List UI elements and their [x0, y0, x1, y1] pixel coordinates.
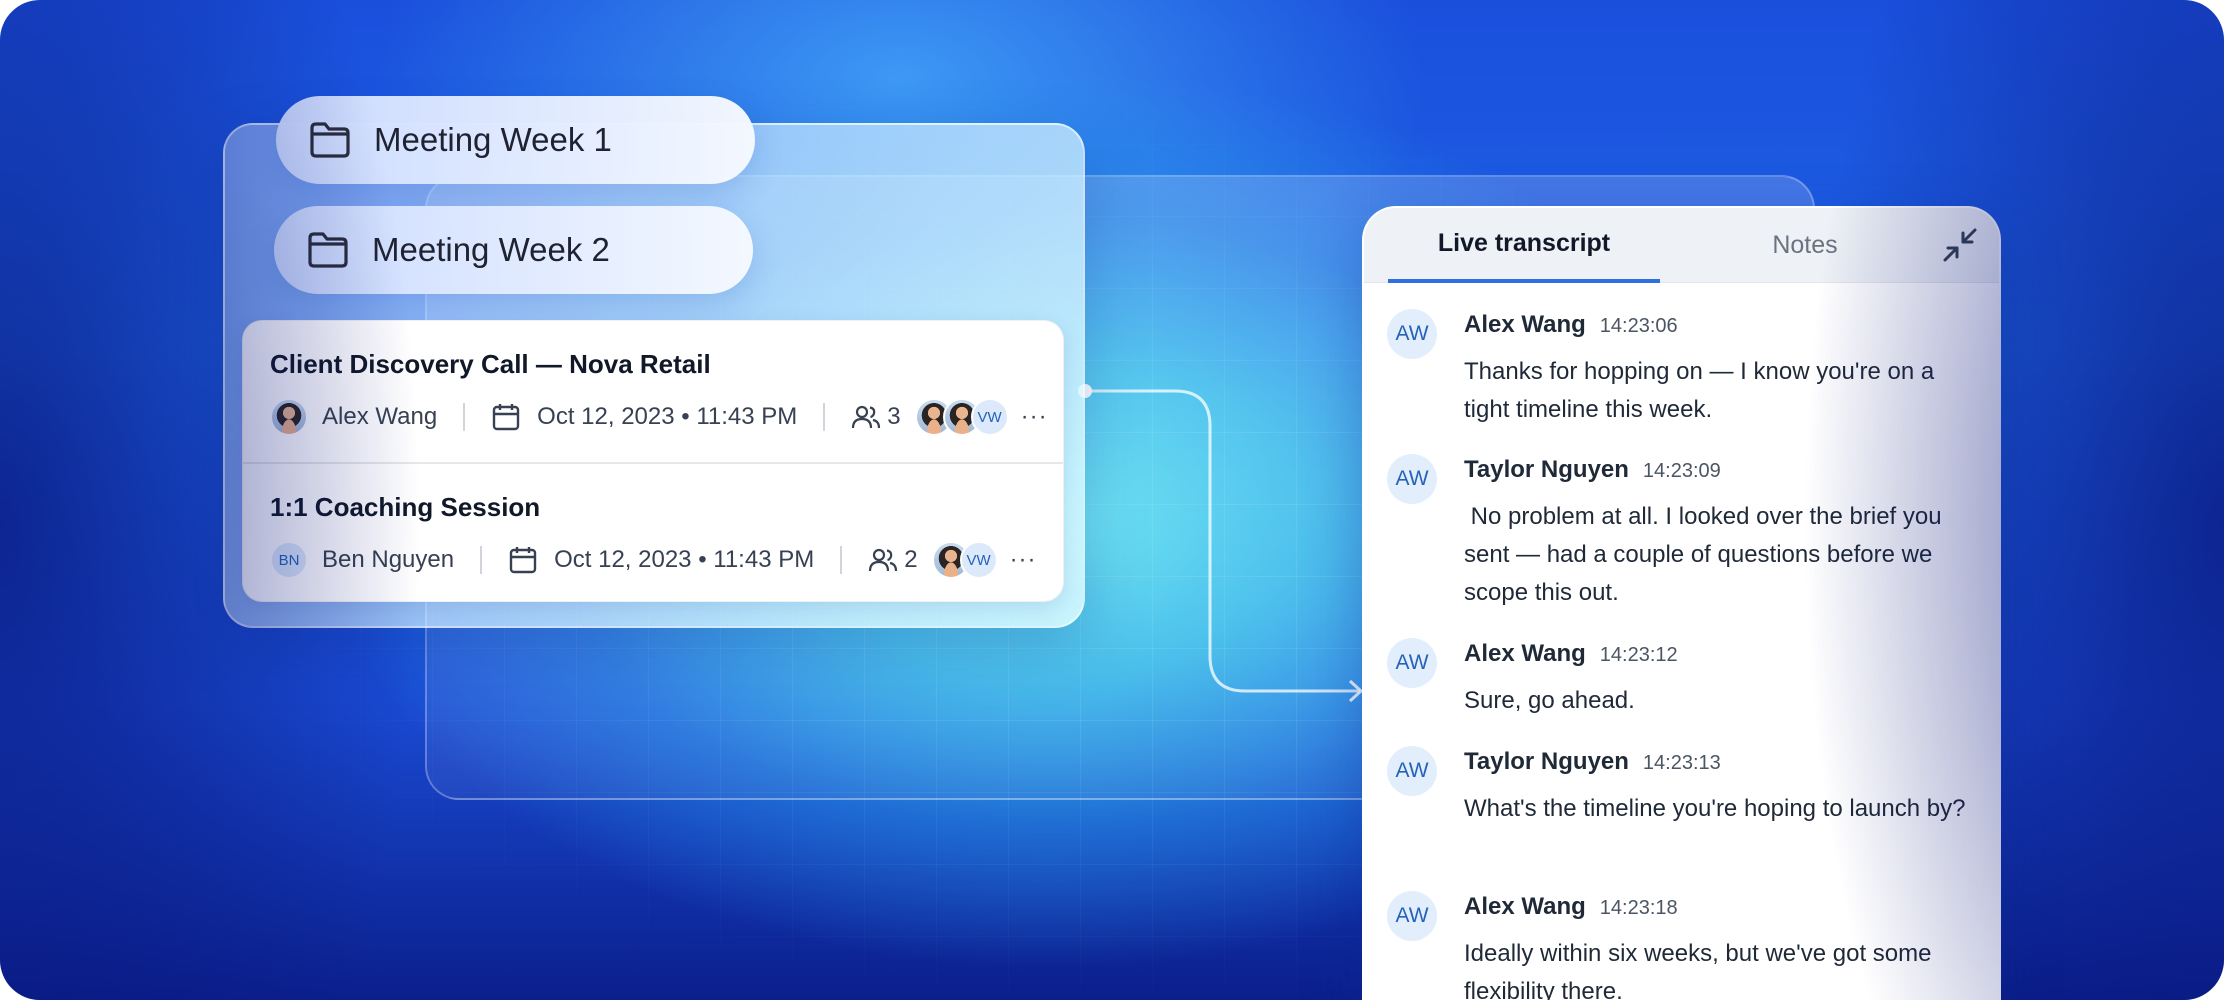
- meeting-datetime: Oct 12, 2023 • 11:43 PM: [537, 403, 798, 430]
- participant-avatar: VW: [959, 541, 998, 579]
- participant-avatars: VW: [914, 398, 1009, 436]
- entry-header: Alex Wang 14:23:18: [1464, 893, 1678, 921]
- transcript-panel: Live transcript Notes AW Alex Wang 14:23…: [1362, 206, 2001, 1000]
- folder-label: Meeting Week 1: [374, 121, 612, 158]
- participants-icon: [869, 548, 898, 572]
- speaker-name: Alex Wang: [1464, 311, 1586, 338]
- folder-icon: [310, 122, 350, 158]
- speaker-name: Taylor Nguyen: [1464, 748, 1629, 775]
- folder-meeting-week-1[interactable]: Meeting Week 1: [276, 96, 755, 184]
- speaker-name: Alex Wang: [1464, 640, 1586, 667]
- meeting-title: Client Discovery Call — Nova Retail: [270, 349, 711, 379]
- divider: [480, 546, 483, 574]
- participant-avatars: VW: [931, 541, 998, 579]
- owner-name: Alex Wang: [322, 403, 438, 430]
- timestamp: 14:23:12: [1599, 644, 1678, 666]
- tab-live-transcript[interactable]: Live transcript: [1388, 208, 1660, 283]
- entry-header: Taylor Nguyen 14:23:09: [1464, 456, 1721, 484]
- transcript-text: What's the timeline you're hoping to lau…: [1464, 795, 1966, 822]
- speaker-avatar: AW: [1387, 746, 1437, 796]
- owner-avatar: BN: [270, 541, 308, 579]
- transcript-text: Sure, go ahead.: [1464, 687, 1635, 714]
- speaker-avatar: AW: [1387, 454, 1437, 504]
- divider: [823, 403, 826, 431]
- owner-avatar: [270, 398, 308, 436]
- meeting-row-coaching-session[interactable]: 1:1 Coaching Session BN Ben Nguyen Oct 1…: [243, 462, 1063, 601]
- divider: [840, 546, 843, 574]
- calendar-icon: [492, 404, 520, 431]
- hero-background: Meeting Week 1 Meeting Week 2 Client Dis…: [0, 0, 2224, 1000]
- divider: [463, 403, 466, 431]
- speaker-avatar: AW: [1387, 638, 1437, 688]
- calendar-icon: [509, 547, 537, 574]
- participants-count: 2: [904, 546, 918, 573]
- owner-name: Ben Nguyen: [322, 546, 455, 573]
- more-options-icon[interactable]: ···: [1021, 403, 1048, 431]
- folder-icon: [308, 232, 348, 268]
- speaker-avatar: AW: [1387, 309, 1437, 359]
- speaker-avatar: AW: [1387, 891, 1437, 941]
- timestamp: 14:23:09: [1642, 460, 1721, 482]
- participants-count: 3: [887, 403, 901, 430]
- collapse-icon[interactable]: [1941, 226, 1979, 264]
- transcript-tabs: Live transcript Notes: [1364, 208, 1999, 283]
- meeting-row-client-discovery[interactable]: Client Discovery Call — Nova Retail Alex…: [243, 321, 1063, 462]
- meeting-title: 1:1 Coaching Session: [270, 492, 541, 522]
- folder-label: Meeting Week 2: [372, 231, 610, 268]
- participant-avatar: VW: [970, 398, 1009, 436]
- entry-header: Taylor Nguyen 14:23:13: [1464, 748, 1721, 776]
- speaker-name: Alex Wang: [1464, 893, 1586, 920]
- tab-notes[interactable]: Notes: [1669, 208, 1941, 283]
- participants-icon: [852, 405, 881, 429]
- meetings-list: Client Discovery Call — Nova Retail Alex…: [242, 320, 1064, 602]
- transcript-text: Thanks for hopping on — I know you're on…: [1464, 358, 1935, 423]
- more-options-icon[interactable]: ···: [1010, 546, 1037, 574]
- meeting-datetime: Oct 12, 2023 • 11:43 PM: [554, 546, 815, 573]
- timestamp: 14:23:06: [1599, 315, 1678, 337]
- meeting-meta: BN Ben Nguyen Oct 12, 2023 • 11:43 PM 2 …: [270, 540, 1063, 580]
- entry-header: Alex Wang 14:23:06: [1464, 311, 1678, 339]
- meeting-meta: Alex Wang Oct 12, 2023 • 11:43 PM 3 VW ·…: [270, 397, 1063, 437]
- transcript-text: No problem at all. I looked over the bri…: [1464, 503, 1949, 606]
- entry-header: Alex Wang 14:23:12: [1464, 640, 1678, 668]
- transcript-text: Ideally within six weeks, but we've got …: [1464, 940, 1932, 1000]
- folder-meeting-week-2[interactable]: Meeting Week 2: [274, 206, 753, 294]
- timestamp: 14:23:13: [1642, 752, 1721, 774]
- speaker-name: Taylor Nguyen: [1464, 456, 1629, 483]
- timestamp: 14:23:18: [1599, 897, 1678, 919]
